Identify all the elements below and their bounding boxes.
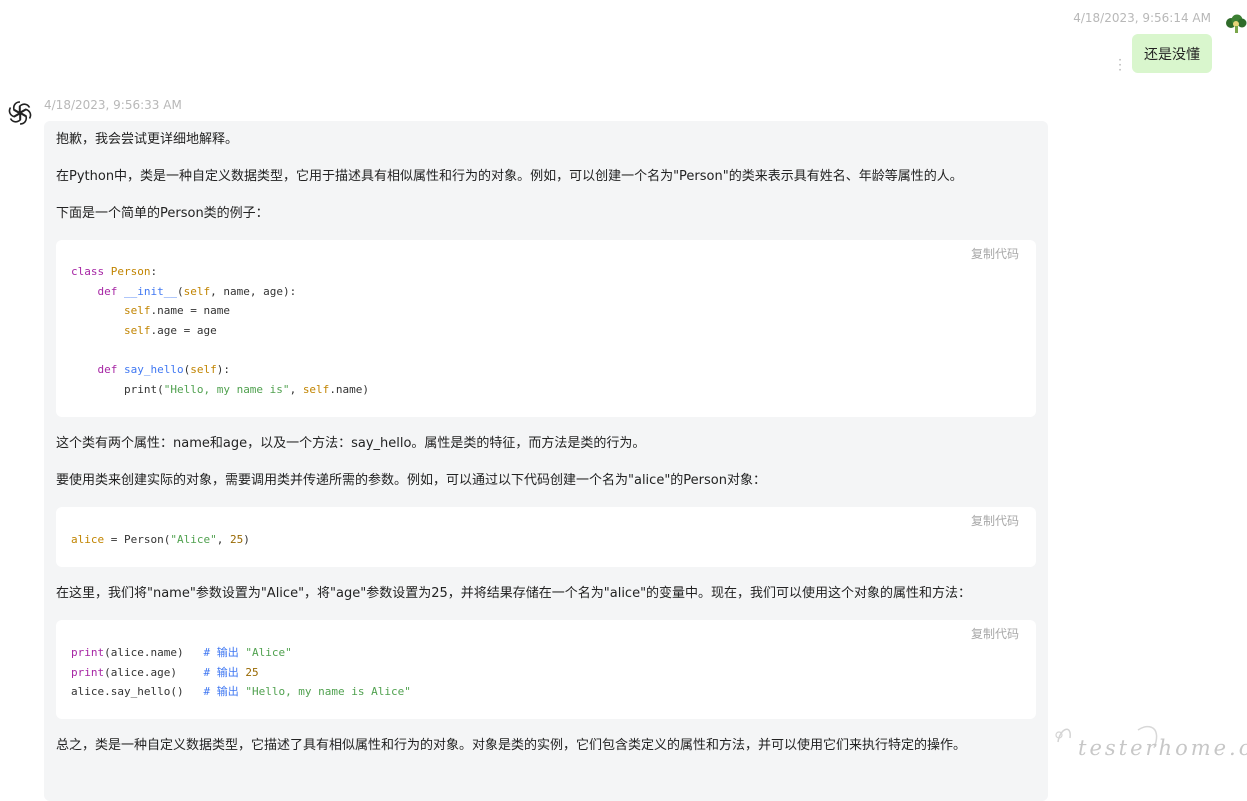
- message-paragraph: 抱歉，我会尝试更详细地解释。: [56, 132, 239, 147]
- watermark-text: testerhome.com: [1078, 736, 1247, 760]
- code-block: 复制代码 print(alice.name) # 输出 "Alice" prin…: [56, 620, 1036, 719]
- broccoli-avatar-icon[interactable]: [1225, 14, 1247, 34]
- watermark: testerhome.com: [1050, 722, 1247, 772]
- code-content: class Person: def __init__(self, name, a…: [71, 265, 370, 396]
- code-block: 复制代码 alice = Person("Alice", 25): [56, 507, 1036, 567]
- message-paragraph: 在Python中，类是一种自定义数据类型，它用于描述具有相似属性和行为的对象。例…: [56, 169, 963, 184]
- assistant-message-timestamp: 4/18/2023, 9:56:33 AM: [44, 98, 182, 112]
- user-message-timestamp: 4/18/2023, 9:56:14 AM: [1073, 11, 1211, 25]
- openai-logo-icon: [6, 101, 34, 125]
- copy-code-button[interactable]: 复制代码: [971, 512, 1019, 529]
- code-block: 复制代码 class Person: def __init__(self, na…: [56, 240, 1036, 417]
- message-paragraph: 要使用类来创建实际的对象，需要调用类并传递所需的参数。例如，可以通过以下代码创建…: [56, 473, 766, 488]
- message-paragraph: 总之，类是一种自定义数据类型，它描述了具有相似属性和行为的对象。对象是类的实例，…: [56, 738, 967, 753]
- code-content: print(alice.name) # 输出 "Alice" print(ali…: [71, 646, 411, 699]
- user-message-text: 还是没懂: [1144, 46, 1200, 63]
- message-paragraph: 下面是一个简单的Person类的例子：: [56, 206, 269, 221]
- user-message-bubble: 还是没懂: [1132, 34, 1212, 73]
- message-paragraph: 这个类有两个属性：name和age，以及一个方法：say_hello。属性是类的…: [56, 436, 646, 451]
- copy-code-button[interactable]: 复制代码: [971, 625, 1019, 642]
- copy-code-button[interactable]: 复制代码: [971, 245, 1019, 262]
- message-paragraph: 在这里，我们将"name"参数设置为"Alice"，将"age"参数设置为25，…: [56, 586, 972, 601]
- code-content: alice = Person("Alice", 25): [71, 533, 250, 546]
- vertical-dots-icon[interactable]: · · ·: [1116, 54, 1124, 76]
